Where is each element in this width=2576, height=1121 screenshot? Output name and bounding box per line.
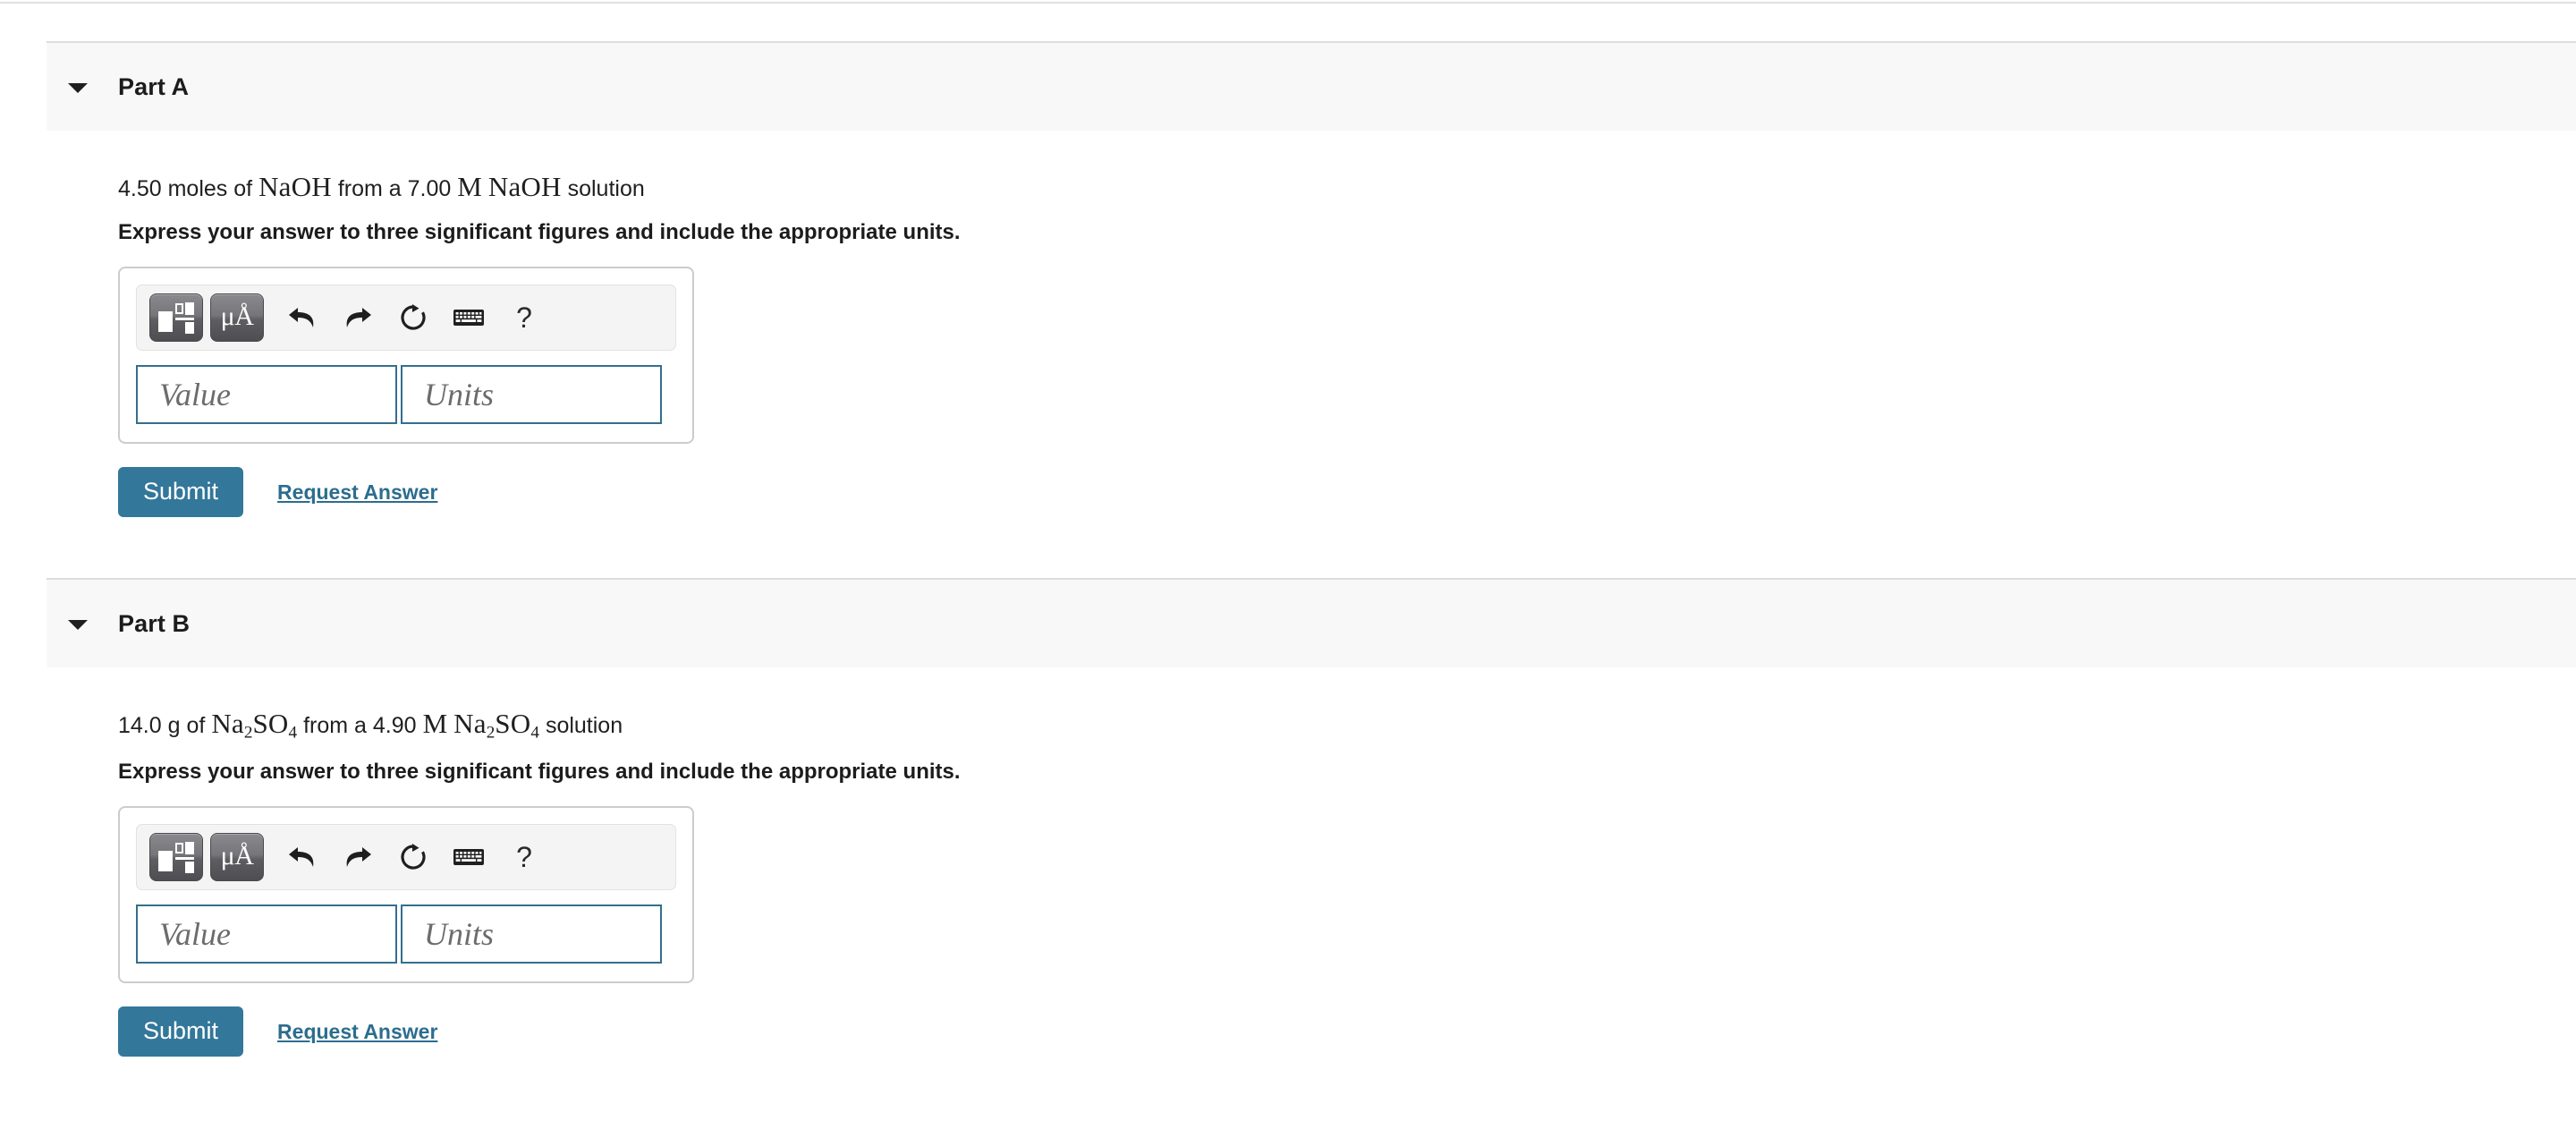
molarity-symbol: M [422, 708, 448, 739]
molarity-symbol: M [457, 171, 482, 202]
submit-button[interactable]: Submit [118, 1006, 244, 1057]
units-button[interactable]: μÅ [210, 833, 264, 882]
part-section-b: Part B 14.0 g of Na2SO4 from a 4.90 M Na2SO4… [47, 578, 2576, 1057]
action-row: Submit Request Answer [118, 1006, 2576, 1057]
instruction-text: Express your answer to three significant… [118, 760, 961, 785]
answer-toolbar: μÅ ? [136, 824, 676, 891]
action-row: Submit Request Answer [118, 467, 2576, 518]
value-placeholder: Value [159, 377, 231, 413]
part-header-a[interactable]: Part A [47, 41, 2576, 131]
undo-icon [287, 844, 318, 870]
submit-button[interactable]: Submit [118, 467, 244, 518]
question-text: 14.0 g of Na2SO4 from a 4.90 M Na2SO4 solutio… [118, 667, 2576, 743]
undo-icon [287, 304, 318, 331]
units-input[interactable]: Units [401, 904, 662, 964]
part-title: Part B [118, 609, 191, 637]
part-header-b[interactable]: Part B [47, 578, 2576, 667]
question-middle: from a 7.00 [337, 176, 452, 201]
question-suffix: solution [567, 176, 645, 201]
math-template-icon [158, 301, 194, 335]
problem-page: Part A 4.50 moles of NaOH from a 7.00 M NaOH… [0, 0, 2576, 1121]
reset-button[interactable] [386, 293, 441, 342]
collapse-caret-icon[interactable] [66, 75, 89, 98]
math-template-button[interactable] [149, 293, 203, 343]
part-section-a: Part A 4.50 moles of NaOH from a 7.00 M NaOH… [47, 41, 2576, 518]
question-middle: from a 4.90 [303, 713, 417, 738]
help-button[interactable]: ? [496, 293, 552, 342]
units-button[interactable]: μÅ [210, 293, 264, 343]
part-body-b: 14.0 g of Na2SO4 from a 4.90 M Na2SO4 solutio… [47, 667, 2576, 1057]
answer-box: μÅ ? Value Units [118, 267, 694, 445]
question-solution-substance: Na2SO4 [453, 708, 539, 743]
keyboard-icon [453, 846, 485, 868]
redo-icon [343, 304, 373, 331]
keyboard-icon [453, 307, 485, 328]
micro-angstrom-icon: μÅ [220, 841, 254, 871]
question-mark-icon: ? [516, 301, 532, 335]
collapse-caret-icon[interactable] [66, 612, 89, 635]
answer-fields: Value Units [136, 904, 676, 964]
reset-icon [399, 303, 428, 332]
undo-button[interactable] [275, 833, 330, 881]
question-text: 4.50 moles of NaOH from a 7.00 M NaOH solutio… [118, 131, 2576, 203]
answer-fields: Value Units [136, 365, 676, 425]
value-input[interactable]: Value [136, 365, 397, 425]
math-template-button[interactable] [149, 833, 203, 882]
request-answer-link[interactable]: Request Answer [277, 1020, 437, 1044]
instruction-text: Express your answer to three significant… [118, 220, 961, 245]
value-input[interactable]: Value [136, 904, 397, 964]
units-placeholder: Units [424, 377, 495, 413]
question-mark-icon: ? [516, 841, 532, 874]
units-input[interactable]: Units [401, 365, 662, 425]
redo-icon [343, 844, 373, 870]
question-suffix: solution [545, 713, 623, 738]
reset-icon [399, 843, 428, 871]
undo-button[interactable] [275, 293, 330, 342]
question-quantity: 4.50 moles of [118, 176, 253, 201]
request-answer-link[interactable]: Request Answer [277, 480, 437, 505]
math-template-icon [158, 841, 194, 874]
answer-toolbar: μÅ ? [136, 284, 676, 352]
answer-box: μÅ ? Value Units [118, 806, 694, 984]
redo-button[interactable] [330, 293, 386, 342]
part-body-a: 4.50 moles of NaOH from a 7.00 M NaOH solutio… [47, 131, 2576, 518]
keyboard-button[interactable] [441, 833, 496, 881]
keyboard-button[interactable] [441, 293, 496, 342]
units-placeholder: Units [424, 916, 495, 953]
question-substance: NaOH [258, 171, 332, 202]
micro-angstrom-icon: μÅ [220, 301, 254, 332]
value-placeholder: Value [159, 916, 231, 953]
reset-button[interactable] [386, 833, 441, 881]
part-title: Part A [118, 72, 190, 100]
redo-button[interactable] [330, 833, 386, 881]
question-quantity: 14.0 g of [118, 713, 206, 738]
question-solution-substance: NaOH [487, 171, 562, 202]
help-button[interactable]: ? [496, 833, 552, 881]
page-top-divider [0, 2, 2576, 4]
question-substance: Na2SO4 [211, 708, 298, 743]
